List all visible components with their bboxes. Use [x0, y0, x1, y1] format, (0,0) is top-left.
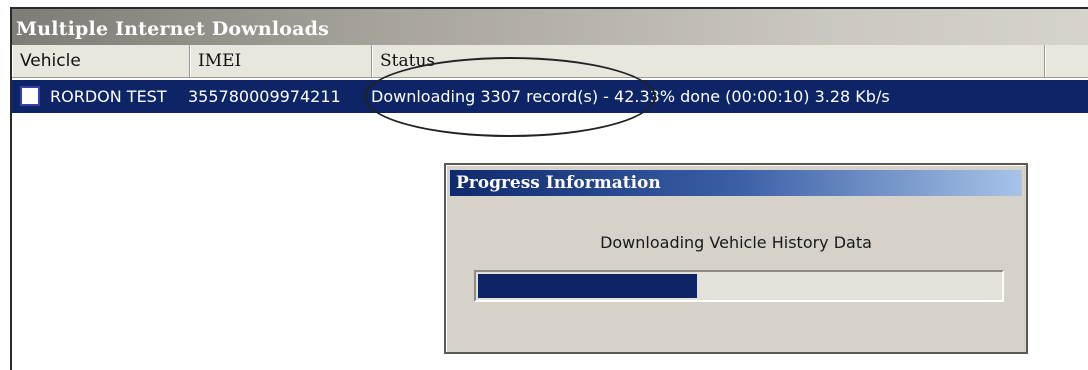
cell-vehicle: RORDON TEST — [50, 87, 167, 106]
column-header-vehicle[interactable]: Vehicle — [12, 45, 190, 77]
dialog-title: Progress Information — [456, 173, 661, 193]
cell-imei: 355780009974211 — [188, 87, 341, 106]
column-header-status[interactable]: Status — [372, 45, 1045, 77]
progress-bar-fill — [478, 274, 697, 298]
window-title: Multiple Internet Downloads — [16, 18, 330, 40]
table-header: Vehicle IMEI Status — [12, 45, 1088, 78]
cell-status: Downloading 3307 record(s) - 42.33% done… — [371, 87, 890, 106]
column-header-filler — [1045, 45, 1088, 77]
dialog-title-bar[interactable]: Progress Information — [450, 170, 1022, 196]
progress-dialog: Progress Information Downloading Vehicle… — [444, 163, 1028, 354]
table-row[interactable]: RORDON TEST 355780009974211 Downloading … — [12, 80, 1088, 113]
window-title-bar: Multiple Internet Downloads — [12, 9, 1088, 45]
dialog-message: Downloading Vehicle History Data — [600, 233, 872, 252]
row-checkbox[interactable] — [20, 86, 40, 106]
progress-bar — [474, 270, 1004, 302]
column-header-imei[interactable]: IMEI — [190, 45, 372, 77]
